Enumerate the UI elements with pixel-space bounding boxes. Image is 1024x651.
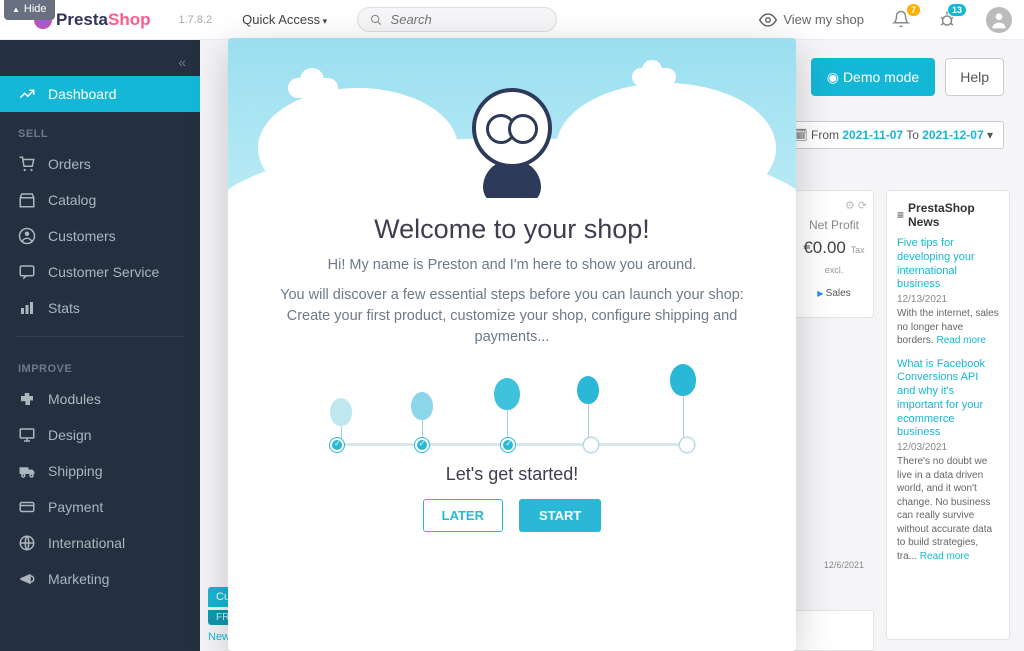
progress-balloons	[332, 364, 692, 454]
modal-title: Welcome to your shop!	[272, 214, 752, 245]
later-button[interactable]: LATER	[423, 499, 503, 532]
onboarding-overlay: Welcome to your shop! Hi! My name is Pre…	[0, 0, 1024, 651]
modal-description: You will discover a few essential steps …	[272, 285, 752, 348]
modal-subtitle: Let's get started!	[272, 464, 752, 485]
onboarding-modal: Welcome to your shop! Hi! My name is Pre…	[228, 38, 796, 651]
preston-mascot	[462, 88, 562, 198]
modal-intro: Hi! My name is Preston and I'm here to s…	[272, 257, 752, 273]
modal-illustration	[228, 38, 796, 198]
start-button[interactable]: START	[519, 499, 601, 532]
